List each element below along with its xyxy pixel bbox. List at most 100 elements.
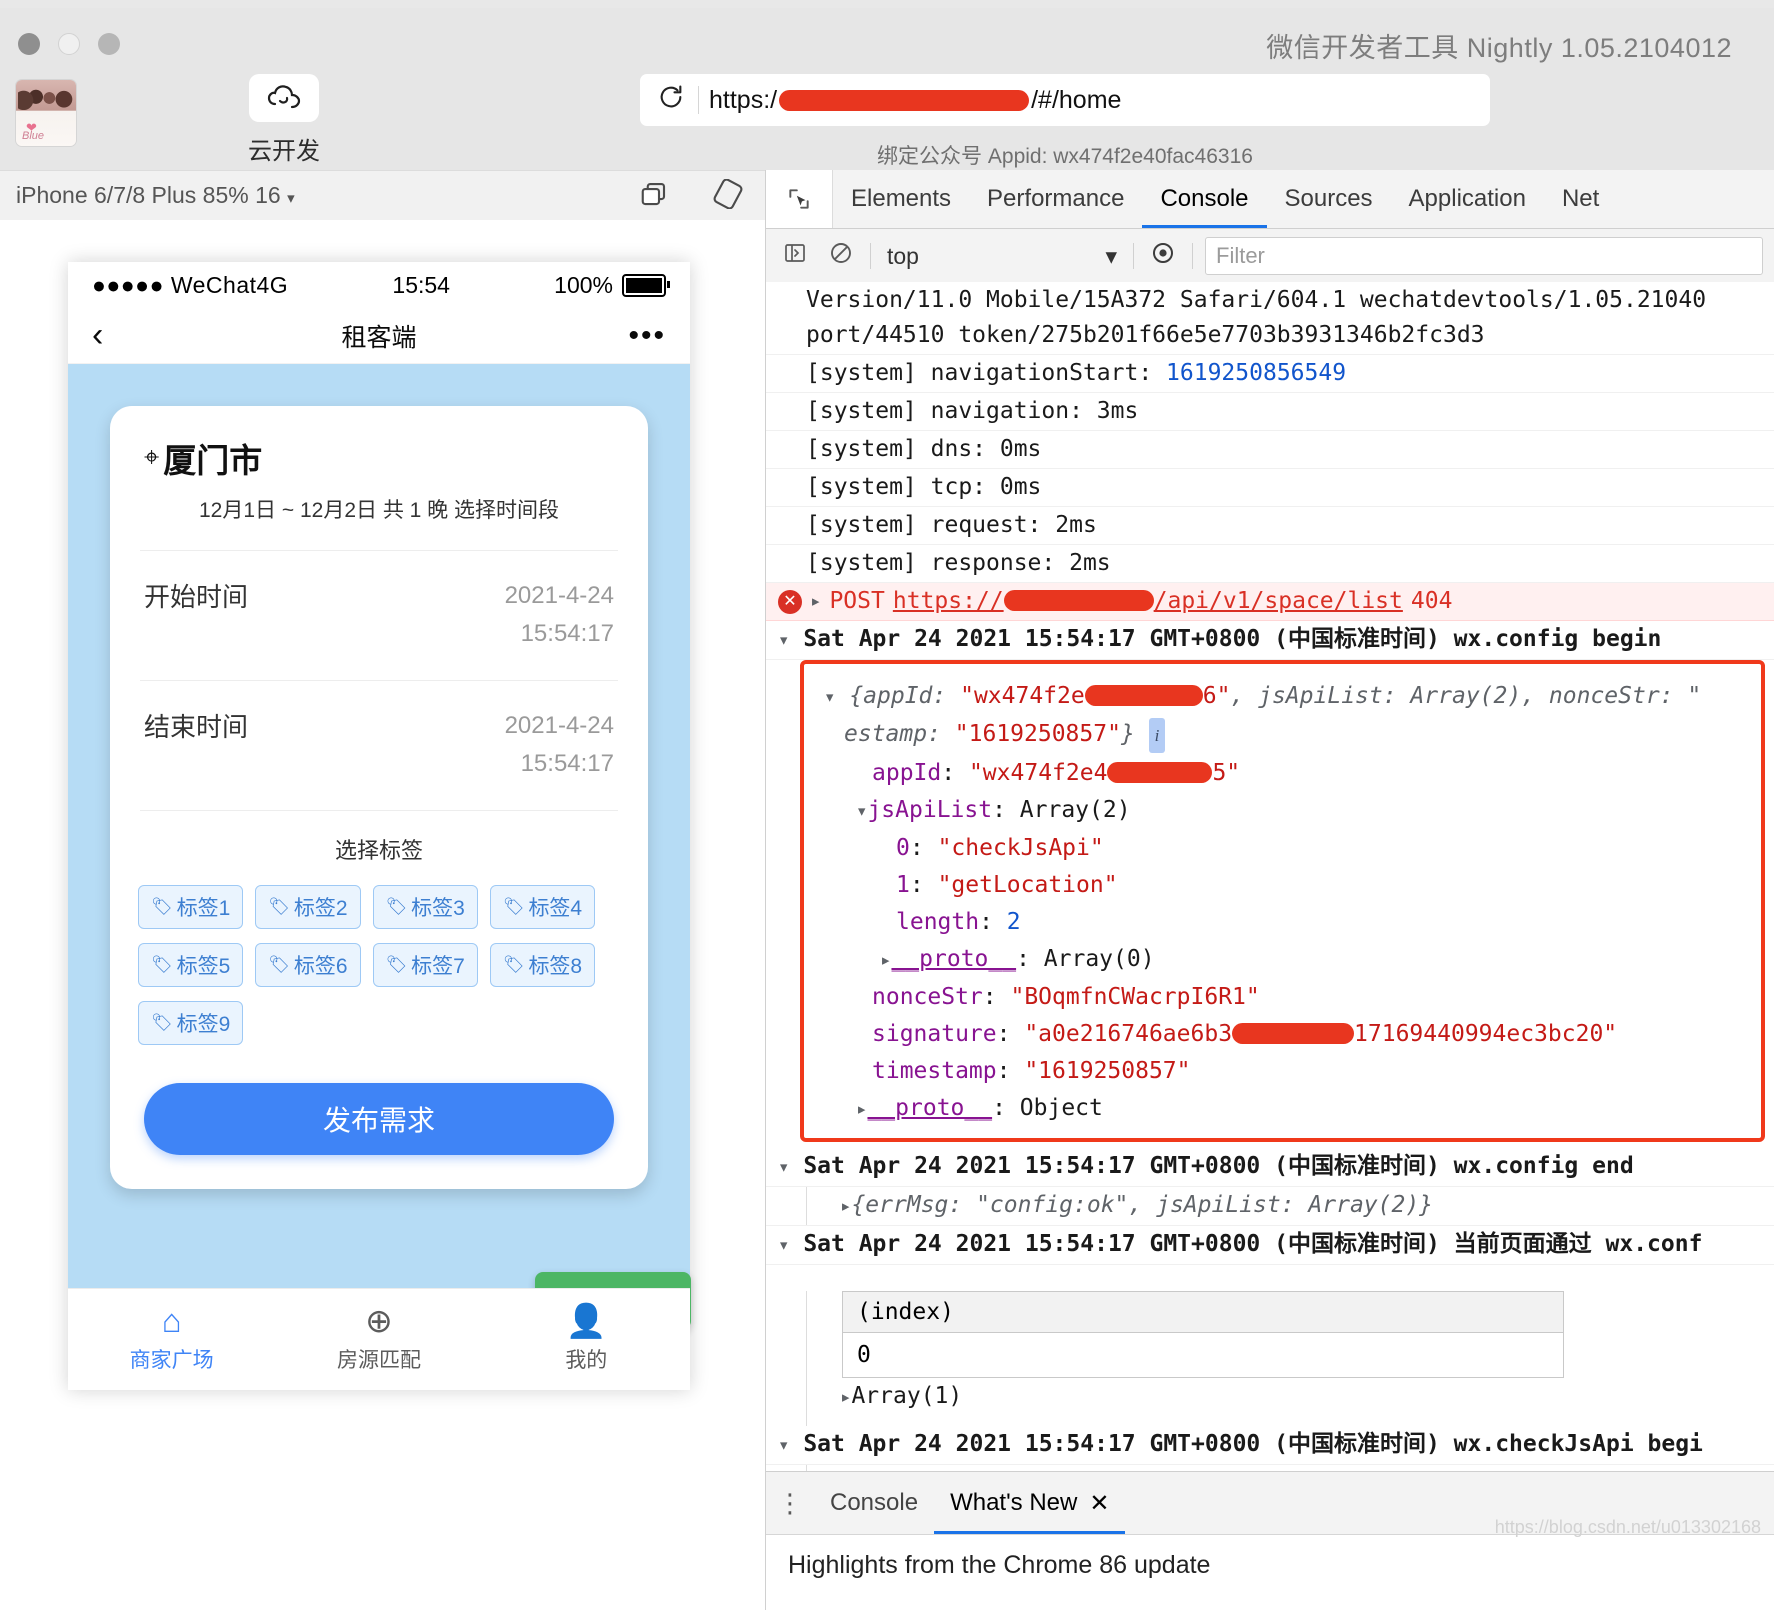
- tag-list: 🏷 标签1 🏷 标签2 🏷 标签3 🏷 标签4 🏷 标签5 🏷 标签6 🏷 标签7 🏷 标签8 …: [110, 865, 648, 1045]
- expand-arrow-icon[interactable]: ▾: [824, 686, 835, 708]
- console-error-row[interactable]: ✕ ▸ POST https:// /api/v1/space/list 404: [766, 583, 1774, 621]
- phone-nav-bar: ‹ 租客端 •••: [68, 308, 690, 364]
- console-group-header[interactable]: ▾ Sat Apr 24 2021 15:54:17 GMT+0800 (中国标…: [766, 1426, 1774, 1465]
- object-prop-noncestr: nonceStr: "BOqmfnCWacrpI6R1": [872, 984, 1260, 1010]
- collapse-arrow-icon[interactable]: ▾: [778, 1434, 789, 1456]
- object-prop-jsapilist[interactable]: ▾jsApiList: Array(2): [804, 792, 1761, 830]
- end-time-label: 结束时间: [144, 711, 249, 742]
- console-group-header[interactable]: ▾ Sat Apr 24 2021 15:54:17 GMT+0800 (中国标…: [766, 1226, 1774, 1265]
- object-prop-proto[interactable]: ▸__proto__: Object: [804, 1090, 1761, 1128]
- expand-arrow-icon[interactable]: ▸: [810, 585, 821, 618]
- cloud-dev-label: 云开发: [248, 138, 320, 165]
- tag-chip[interactable]: 🏷 标签4: [489, 884, 596, 929]
- inspect-glyph: [789, 189, 809, 209]
- object-preview-line-1[interactable]: ▾ {appId: "wx474f2e 6", jsApiList: Array(…: [804, 678, 1761, 716]
- info-badge-icon[interactable]: i: [1148, 718, 1166, 753]
- prop-value: Array(0): [1043, 946, 1155, 972]
- address-bar[interactable]: https:/ /#/home: [640, 74, 1490, 126]
- error-url[interactable]: https:// /api/v1/space/list: [893, 585, 1403, 618]
- expand-arrow-icon[interactable]: ▸: [840, 1195, 851, 1217]
- tag-icon: 🏷: [502, 896, 525, 916]
- prop-key: jsApiList: [867, 797, 993, 823]
- start-time-row[interactable]: 开始时间 2021-4-24 15:54:17: [110, 551, 648, 654]
- tag-chip[interactable]: 🏷 标签5: [138, 942, 244, 987]
- tag-chip[interactable]: 🏷 标签3: [372, 884, 478, 929]
- console-group-header[interactable]: ▾ Sat Apr 24 2021 15:54:17 GMT+0800 (中国标…: [766, 1148, 1774, 1187]
- eye-glyph: [1153, 242, 1173, 263]
- refresh-icon[interactable]: [654, 83, 688, 118]
- expand-arrow-icon[interactable]: ▸: [880, 949, 891, 971]
- tab-console[interactable]: Console: [1142, 170, 1266, 228]
- tab-mine[interactable]: 👤 我的: [483, 1289, 690, 1389]
- collapse-arrow-icon[interactable]: ▾: [778, 1156, 789, 1178]
- address-bar-url: https:/ /#/home: [709, 86, 1121, 115]
- cloud-dev-button[interactable]: 云开发: [248, 74, 320, 166]
- console-group-header[interactable]: ▾ Sat Apr 24 2021 15:54:17 GMT+0800 (中国标…: [766, 621, 1774, 660]
- watermark-text: https://blog.csdn.net/u013302168: [1494, 1517, 1761, 1537]
- rotate-icon[interactable]: [713, 178, 743, 210]
- tag-chip[interactable]: 🏷 标签2: [255, 884, 361, 929]
- more-dots-icon[interactable]: •••: [628, 320, 666, 350]
- inspect-element-icon[interactable]: [766, 170, 833, 228]
- close-icon[interactable]: ✕: [1089, 1489, 1109, 1518]
- tag-label: 标签5: [176, 954, 231, 978]
- collapse-arrow-icon[interactable]: ▾: [778, 629, 789, 651]
- tag-icon: 🏷: [151, 1012, 173, 1032]
- appid-prop-redaction-bar: [1107, 762, 1213, 783]
- tag-label: 标签6: [293, 954, 348, 978]
- appid-label: 绑定公众号 Appid: wx474f2e40fac46316: [877, 145, 1253, 168]
- execution-context-selector[interactable]: top ▾: [877, 243, 1127, 270]
- tag-chip[interactable]: 🏷 标签6: [255, 942, 361, 987]
- console-group-child[interactable]: ▸{errMsg: "config:ok", jsApiList: Array(…: [766, 1187, 1774, 1226]
- live-expression-icon[interactable]: [1140, 241, 1186, 272]
- console-line-system: [system] dns: 0ms: [766, 431, 1774, 469]
- drawer-tab-whats-new[interactable]: What's New ✕: [934, 1472, 1125, 1534]
- tab-performance[interactable]: Performance: [969, 170, 1142, 228]
- tab-house-match[interactable]: ⊕ 房源匹配: [275, 1289, 482, 1389]
- status-time: 15:54: [392, 271, 450, 298]
- tab-network[interactable]: Net: [1544, 170, 1617, 228]
- console-line-system: [system] request: 2ms: [766, 507, 1774, 545]
- more-options-icon[interactable]: ⋮: [766, 1490, 814, 1516]
- device-selector[interactable]: iPhone 6/7/8 Plus 85% 16 ▾: [16, 182, 295, 209]
- close-window-button[interactable]: [18, 33, 40, 55]
- tab-label: 商家广场: [129, 1349, 214, 1372]
- minimize-window-button[interactable]: [58, 33, 80, 55]
- end-time-row[interactable]: 结束时间 2021-4-24 15:54:17: [110, 681, 648, 784]
- collapse-arrow-icon[interactable]: ▾: [778, 1234, 789, 1256]
- multi-window-icon[interactable]: [639, 179, 669, 209]
- app-window: 微信开发者工具 Nightly 1.05.2104012 ❤ Blue 云开发: [0, 0, 1774, 1610]
- console-filter-input[interactable]: Filter: [1205, 237, 1763, 275]
- prop-key: __proto__: [867, 1095, 993, 1121]
- prop-value: "1619250857": [1024, 1058, 1191, 1084]
- tag-chip[interactable]: 🏷 标签8: [489, 942, 596, 987]
- console-group-child[interactable]: ▸Array(1): [766, 1378, 1774, 1416]
- array-item-0: 0: "checkJsApi": [896, 835, 1104, 861]
- avatar[interactable]: ❤ Blue: [16, 80, 76, 146]
- group-header-text: Sat Apr 24 2021 15:54:17 GMT+0800 (中国标准时…: [803, 1431, 1703, 1457]
- collapse-arrow-icon[interactable]: ▾: [856, 800, 867, 822]
- tab-application[interactable]: Application: [1391, 170, 1544, 228]
- zoom-window-button[interactable]: [98, 33, 120, 55]
- chevron-down-icon: ▾: [1105, 242, 1117, 269]
- clear-console-icon[interactable]: [818, 241, 864, 272]
- date-range-label[interactable]: 12月1日 ~ 12月2日 共 1 晚 选择时间段: [110, 494, 648, 524]
- tag-chip[interactable]: 🏷 标签1: [138, 884, 244, 929]
- expand-arrow-icon[interactable]: ▸: [856, 1098, 867, 1120]
- console-log-area[interactable]: Version/11.0 Mobile/15A372 Safari/604.1 …: [766, 282, 1774, 1472]
- console-sidebar-icon[interactable]: [772, 241, 818, 272]
- tab-elements[interactable]: Elements: [833, 170, 969, 228]
- tab-sources[interactable]: Sources: [1267, 170, 1391, 228]
- drawer-tab-console[interactable]: Console: [814, 1472, 934, 1534]
- tag-label: 标签3: [411, 896, 465, 920]
- array-proto[interactable]: ▸__proto__: Array(0): [804, 941, 1761, 979]
- group-header-text: Sat Apr 24 2021 15:54:17 GMT+0800 (中国标准时…: [803, 1153, 1634, 1179]
- expand-arrow-icon[interactable]: ▸: [840, 1386, 851, 1408]
- array-index: 0: [896, 835, 910, 861]
- tab-merchant-square[interactable]: ⌂ 商家广场: [68, 1289, 275, 1389]
- group-header-text: Sat Apr 24 2021 15:54:17 GMT+0800 (中国标准时…: [803, 1231, 1703, 1257]
- publish-button[interactable]: 发布需求: [144, 1082, 614, 1155]
- tag-chip[interactable]: 🏷 标签7: [372, 942, 478, 987]
- tag-chip[interactable]: 🏷 标签9: [138, 1000, 244, 1045]
- start-time-label: 开始时间: [144, 582, 249, 612]
